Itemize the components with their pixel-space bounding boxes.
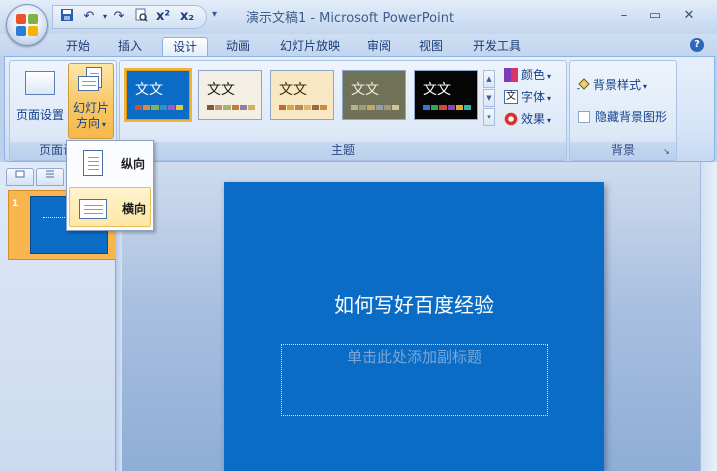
landscape-icon bbox=[76, 193, 110, 223]
subscript-button[interactable]: x₂ bbox=[177, 8, 197, 26]
customize-qat-icon[interactable]: ▾ bbox=[212, 9, 217, 20]
print-preview-icon[interactable] bbox=[131, 8, 151, 26]
orientation-label: 幻灯片 bbox=[72, 101, 109, 115]
background-styles-button[interactable]: 背景样式 ▾ bbox=[576, 75, 647, 95]
maximize-button[interactable]: ▭ bbox=[643, 6, 667, 26]
background-group-label: 背景 bbox=[570, 142, 676, 160]
outline-tab[interactable] bbox=[36, 168, 64, 186]
portrait-option[interactable]: 纵向 bbox=[69, 143, 151, 183]
tab-animation[interactable]: 动画 bbox=[218, 37, 258, 56]
save-icon[interactable] bbox=[57, 8, 77, 26]
portrait-label: 纵向 bbox=[121, 157, 146, 171]
portrait-icon bbox=[75, 148, 109, 178]
subtitle-placeholder[interactable]: 单击此处添加副标题 bbox=[281, 344, 548, 416]
tab-slideshow[interactable]: 幻灯片放映 bbox=[272, 37, 348, 56]
themes-group-label: 主题 bbox=[120, 142, 566, 160]
theme-text: 文文 bbox=[279, 82, 307, 98]
office-button[interactable] bbox=[6, 4, 48, 46]
tab-developer[interactable]: 开发工具 bbox=[466, 37, 528, 56]
theme-gallery-scroll[interactable]: ▲ ▼ ▾ bbox=[483, 70, 495, 128]
quick-access-toolbar: ↶ ▾ ↷ x² x₂ bbox=[52, 5, 207, 29]
hide-background-graphics[interactable]: 隐藏背景图形 bbox=[578, 107, 667, 127]
page-setup-label: 页面设置 bbox=[15, 108, 64, 122]
vertical-scrollbar[interactable] bbox=[700, 162, 717, 471]
theme-thumb[interactable]: 文文 bbox=[270, 70, 334, 120]
tab-home[interactable]: 开始 bbox=[58, 37, 98, 56]
orientation-label-line2: 方向 ▾ bbox=[75, 116, 107, 130]
landscape-label: 横向 bbox=[122, 202, 147, 216]
scroll-up-icon[interactable]: ▲ bbox=[483, 70, 495, 88]
theme-thumb[interactable]: 文文 bbox=[414, 70, 478, 120]
tab-review[interactable]: 审阅 bbox=[360, 37, 398, 56]
slide-number: 1 bbox=[12, 199, 19, 209]
theme-thumb[interactable]: 文文 bbox=[124, 68, 192, 122]
theme-text: 文文 bbox=[207, 82, 235, 98]
slides-tab[interactable] bbox=[6, 168, 34, 186]
theme-thumb[interactable]: 文文 bbox=[198, 70, 262, 120]
paint-bucket-icon bbox=[576, 77, 590, 92]
help-icon[interactable]: ? bbox=[690, 38, 704, 52]
ribbon-tabs: 开始 插入 设计 动画 幻灯片放映 审阅 视图 开发工具 bbox=[0, 34, 717, 56]
effects-icon bbox=[504, 111, 518, 126]
title-bar: ↶ ▾ ↷ x² x₂ ▾ 演示文稿1 - Microsoft PowerPoi… bbox=[0, 0, 717, 46]
theme-text: 文文 bbox=[135, 82, 163, 98]
office-logo-icon bbox=[16, 14, 38, 36]
background-group: 背景样式 ▾ 隐藏背景图形 背景 ↘ bbox=[569, 60, 677, 161]
gallery-more-icon[interactable]: ▾ bbox=[483, 108, 495, 126]
theme-fonts-button[interactable]: 文字体 ▾ bbox=[504, 87, 551, 107]
tab-view[interactable]: 视图 bbox=[412, 37, 450, 56]
minimize-button[interactable]: – bbox=[612, 6, 636, 26]
slide-orientation-button[interactable]: 幻灯片 方向 ▾ bbox=[68, 63, 114, 139]
landscape-option[interactable]: 横向 bbox=[69, 187, 151, 227]
tab-insert[interactable]: 插入 bbox=[110, 37, 150, 56]
page-setup-icon bbox=[25, 71, 55, 95]
orientation-icon bbox=[77, 67, 105, 97]
window-title: 演示文稿1 - Microsoft PowerPoint bbox=[245, 11, 455, 26]
slide-canvas[interactable]: 如何写好百度经验 单击此处添加副标题 bbox=[224, 182, 604, 471]
tab-design[interactable]: 设计 bbox=[162, 37, 208, 56]
page-setup-button[interactable]: 页面设置 bbox=[14, 65, 66, 123]
orientation-menu: 纵向 横向 bbox=[66, 140, 154, 231]
scroll-down-icon[interactable]: ▼ bbox=[483, 89, 495, 107]
redo-icon[interactable]: ↷ bbox=[109, 8, 129, 26]
slide-title[interactable]: 如何写好百度经验 bbox=[224, 289, 604, 318]
theme-thumb[interactable]: 文文 bbox=[342, 70, 406, 120]
theme-colors-button[interactable]: 颜色 ▾ bbox=[504, 65, 551, 85]
theme-text: 文文 bbox=[351, 82, 379, 98]
superscript-button[interactable]: x² bbox=[153, 8, 173, 26]
hide-background-checkbox[interactable] bbox=[578, 110, 590, 123]
themes-group: 文文 文文 文文 文文 文文 ▲ ▼ ▾ 颜色 ▾ 文字体 ▾ 效果 ▾ 主题 bbox=[119, 60, 567, 161]
font-icon: 文 bbox=[504, 89, 518, 104]
theme-effects-button[interactable]: 效果 ▾ bbox=[504, 109, 551, 129]
background-dialog-launcher-icon[interactable]: ↘ bbox=[663, 147, 673, 157]
color-palette-icon bbox=[504, 67, 518, 82]
close-button[interactable]: ✕ bbox=[677, 6, 701, 26]
theme-text: 文文 bbox=[423, 82, 451, 98]
subtitle-placeholder-text: 单击此处添加副标题 bbox=[346, 348, 482, 366]
